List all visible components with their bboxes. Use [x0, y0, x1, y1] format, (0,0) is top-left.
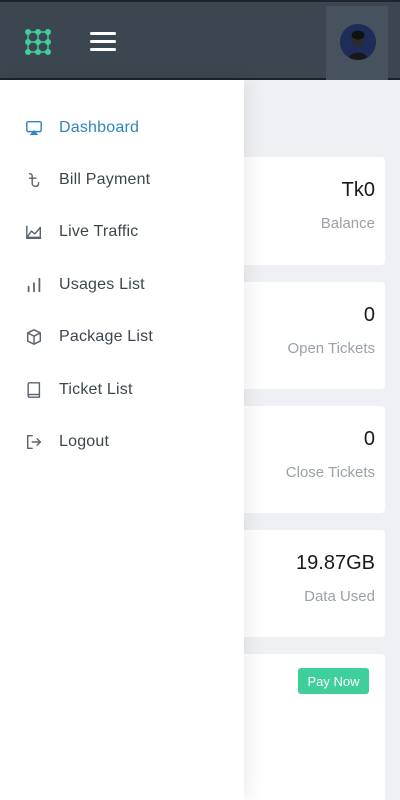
balance-card: Tk0 Balance: [230, 157, 385, 265]
open-tickets-value: 0: [363, 304, 375, 326]
sidebar-item-label: Logout: [59, 433, 110, 450]
sidebar-item-usages-list[interactable]: Usages List: [0, 265, 244, 305]
open-tickets-label: Open Tickets: [287, 340, 375, 357]
avatar: [340, 24, 376, 60]
close-tickets-label: Close Tickets: [285, 464, 375, 481]
sidebar-item-label: Ticket List: [59, 381, 133, 398]
open-tickets-card: 0 Open Tickets: [230, 282, 385, 389]
close-tickets-value: 0: [363, 428, 375, 450]
data-used-value: 19.87GB: [296, 552, 375, 574]
grid-dots-icon[interactable]: [24, 28, 52, 56]
top-bar: [0, 0, 400, 80]
close-tickets-card: 0 Close Tickets: [230, 406, 385, 513]
book-icon: [24, 380, 44, 400]
pay-now-button[interactable]: Pay Now: [298, 668, 369, 694]
area-chart-icon: [24, 222, 44, 242]
sidebar-item-label: Package List: [59, 328, 154, 345]
hamburger-icon[interactable]: [90, 32, 116, 54]
data-used-label: Data Used: [304, 588, 375, 605]
sidebar-item-label: Live Traffic: [59, 223, 139, 240]
sidebar-item-dashboard[interactable]: Dashboard: [0, 108, 244, 148]
logout-icon: [24, 432, 44, 452]
sidebar-item-label: Bill Payment: [59, 171, 151, 188]
sidebar-item-label: Dashboard: [59, 119, 140, 136]
taka-icon: [24, 170, 44, 190]
sidebar-item-logout[interactable]: Logout: [0, 422, 244, 462]
data-used-card: 19.87GB Data Used: [230, 530, 385, 637]
sidebar-menu: Dashboard Bill Payment Live Traffic Usag…: [0, 80, 244, 800]
sidebar-item-ticket-list[interactable]: Ticket List: [0, 370, 244, 410]
balance-value: Tk0: [341, 179, 375, 201]
sidebar-item-bill-payment[interactable]: Bill Payment: [0, 160, 244, 200]
box-icon: [24, 327, 44, 347]
sidebar-item-label: Usages List: [59, 276, 145, 293]
avatar-button[interactable]: [326, 6, 388, 80]
sidebar-item-package-list[interactable]: Package List: [0, 317, 244, 357]
balance-label: Balance: [320, 215, 375, 232]
bar-chart-icon: [24, 275, 44, 295]
monitor-icon: [24, 118, 44, 138]
sidebar-item-live-traffic[interactable]: Live Traffic: [0, 212, 244, 252]
